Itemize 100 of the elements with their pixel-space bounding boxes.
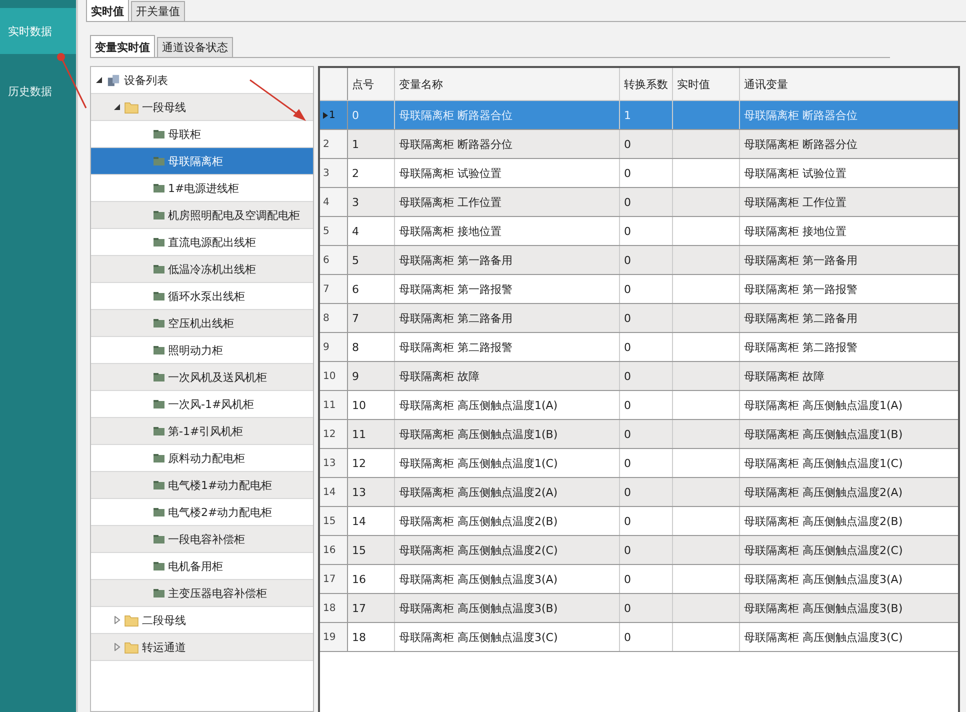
table-cell: 0 — [620, 188, 673, 216]
table-cell: 11 — [348, 420, 395, 448]
table-cell: 0 — [620, 362, 673, 390]
table-cell-text: 母联隔离柜 接地位置 — [743, 224, 848, 240]
tree-item[interactable]: 母联隔离柜 — [91, 148, 313, 175]
table-cell: 8 — [348, 333, 395, 361]
tree-item[interactable]: 低温冷冻机出线柜 — [91, 256, 313, 283]
row-number: 7 — [320, 275, 348, 303]
table-row[interactable]: 19 18 母联隔离柜 高压侧触点温度3(C) 0 母联隔离柜 高压侧触点温度3(C) — [320, 623, 958, 652]
sidebar-item[interactable]: 历史数据 — [0, 68, 76, 114]
table-row[interactable]: 8 7 母联隔离柜 第二路备用 0 母联隔离柜 第二路备用 — [320, 304, 958, 333]
table-cell-text: 母联隔离柜 断路器合位 — [743, 108, 858, 124]
row-number: 9 — [320, 333, 348, 361]
table-cell: 0 — [620, 304, 673, 332]
tree-label: 1#电源进线柜 — [168, 180, 240, 196]
table-cell: 母联隔离柜 高压侧触点温度1(C) — [395, 449, 620, 477]
table-cell: 4 — [348, 217, 395, 245]
table-cell: 母联隔离柜 工作位置 — [395, 188, 620, 216]
column-header[interactable]: 通讯变量 — [740, 68, 958, 100]
tree-label: 转运通道 — [142, 640, 186, 654]
column-header[interactable]: 变量名称 — [395, 68, 620, 100]
tree-item[interactable]: 一次风机及送风机柜 — [91, 364, 313, 391]
tree-item[interactable]: 第-1#引风机柜 — [91, 418, 313, 445]
tree-item[interactable]: 电气楼1#动力配电柜 — [91, 472, 313, 499]
row-number: 15 — [320, 507, 348, 535]
table-cell: 2 — [348, 159, 395, 187]
table-row[interactable]: 10 9 母联隔离柜 故障 0 母联隔离柜 故障 — [320, 362, 958, 391]
tree-label: 电机备用柜 — [168, 558, 223, 574]
table-cell: 母联隔离柜 接地位置 — [395, 217, 620, 245]
tree-label: 循环水泵出线柜 — [168, 288, 245, 304]
tree-label: 母联柜 — [168, 126, 201, 142]
tree-label: 主变压器电容补偿柜 — [168, 586, 267, 600]
table-cell: 12 — [348, 449, 395, 477]
table-cell: 1 — [348, 130, 395, 158]
table-row[interactable]: 12 11 母联隔离柜 高压侧触点温度1(B) 0 母联隔离柜 高压侧触点温度1(B) — [320, 420, 958, 449]
table-cell: 15 — [348, 536, 395, 564]
tree-label: 一次风-1#风机柜 — [168, 396, 254, 412]
table-cell: 3 — [348, 188, 395, 216]
table-cell: 13 — [348, 478, 395, 506]
table-cell: 母联隔离柜 第一路报警 — [395, 275, 620, 303]
table-cell-text: 母联隔离柜 高压侧触点温度2(C) — [743, 542, 904, 558]
table-cell: 14 — [348, 507, 395, 535]
table-row[interactable]: 18 17 母联隔离柜 高压侧触点温度3(B) 0 母联隔离柜 高压侧触点温度3(B) — [320, 594, 958, 623]
row-number: 19 — [320, 623, 348, 651]
tree-label: 原料动力配电柜 — [168, 450, 245, 466]
table-row[interactable]: 1 0 母联隔离柜 断路器合位 1 母联隔离柜 断路器合位 — [320, 101, 958, 130]
tree-item[interactable]: 主变压器电容补偿柜 — [91, 580, 313, 607]
column-header[interactable]: 点号 — [348, 68, 395, 100]
table-row[interactable]: 14 13 母联隔离柜 高压侧触点温度2(A) 0 母联隔离柜 高压侧触点温度2(A) — [320, 478, 958, 507]
table-row[interactable]: 6 5 母联隔离柜 第一路备用 0 母联隔离柜 第一路备用 — [320, 246, 958, 275]
row-number: 16 — [320, 536, 348, 564]
table-cell: 母联隔离柜 高压侧触点温度3(A) — [395, 565, 620, 593]
table-cell: 母联隔离柜 高压侧触点温度3(C) — [395, 623, 620, 651]
tab[interactable]: 开关量值 — [131, 1, 185, 21]
tree-item[interactable]: 一段电容补偿柜 — [91, 526, 313, 553]
table-cell: 0 — [620, 623, 673, 651]
tree-item[interactable]: 机房照明配电及空调配电柜 — [91, 202, 313, 229]
table-cell: 0 — [620, 275, 673, 303]
tab[interactable]: 变量实时值 — [90, 35, 155, 57]
table-cell: 母联隔离柜 高压侧触点温度3(B) — [395, 594, 620, 622]
row-number: 18 — [320, 594, 348, 622]
tree-label: 电气楼1#动力配电柜 — [168, 478, 272, 492]
row-number: 12 — [320, 420, 348, 448]
table-cell: 母联隔离柜 高压侧触点温度1(A) — [395, 391, 620, 419]
table-cell: 0 — [620, 391, 673, 419]
table-row[interactable]: 2 1 母联隔离柜 断路器分位 0 母联隔离柜 断路器分位 — [320, 130, 958, 159]
row-number: 1 — [320, 101, 348, 129]
row-number: 11 — [320, 391, 348, 419]
tree-label: 电气楼2#动力配电柜 — [168, 504, 272, 520]
table-cell-text: 母联隔离柜 第一路报警 — [743, 282, 858, 298]
table-cell-text: 母联隔离柜 第一路备用 — [743, 252, 858, 268]
tree-item[interactable]: 转运通道 — [91, 634, 313, 661]
table-cell: 0 — [620, 420, 673, 448]
table-cell: 母联隔离柜 第二路报警 — [395, 333, 620, 361]
table-cell-text: 母联隔离柜 故障 — [743, 368, 826, 384]
table-row[interactable]: 4 3 母联隔离柜 工作位置 0 母联隔离柜 工作位置 — [320, 188, 958, 217]
table-cell: 1 — [620, 101, 673, 129]
table-cell: 0 — [620, 217, 673, 245]
table-cell-text: 母联隔离柜 高压侧触点温度3(A) — [743, 572, 904, 588]
table-cell-text: 母联隔离柜 高压侧触点温度3(C) — [743, 630, 904, 646]
tree-label: 二段母线 — [142, 612, 186, 628]
row-number: 6 — [320, 246, 348, 274]
table-cell: 0 — [620, 130, 673, 158]
table-cell: 0 — [620, 159, 673, 187]
table-cell: 母联隔离柜 试验位置 — [395, 159, 620, 187]
table-cell: 0 — [620, 565, 673, 593]
column-header[interactable]: 转换系数 — [620, 68, 673, 100]
table-cell: 母联隔离柜 故障 — [395, 362, 620, 390]
tree-label: 母联隔离柜 — [168, 154, 223, 168]
tree-label: 第-1#引风机柜 — [168, 424, 244, 438]
tab[interactable]: 实时值 — [86, 0, 129, 21]
tree-label: 一次风机及送风机柜 — [168, 370, 267, 384]
row-number: 2 — [320, 130, 348, 158]
table-cell-text: 母联隔离柜 高压侧触点温度1(A) — [743, 398, 904, 414]
tab[interactable]: 通道设备状态 — [157, 37, 233, 57]
table-row[interactable]: 16 15 母联隔离柜 高压侧触点温度2(C) 0 母联隔离柜 高压侧触点温度2(C) — [320, 536, 958, 565]
row-number: 5 — [320, 217, 348, 245]
tree-item[interactable]: 空压机出线柜 — [91, 310, 313, 337]
column-header[interactable]: 实时值 — [673, 68, 740, 100]
tree-item[interactable]: 一段母线 — [91, 94, 313, 121]
